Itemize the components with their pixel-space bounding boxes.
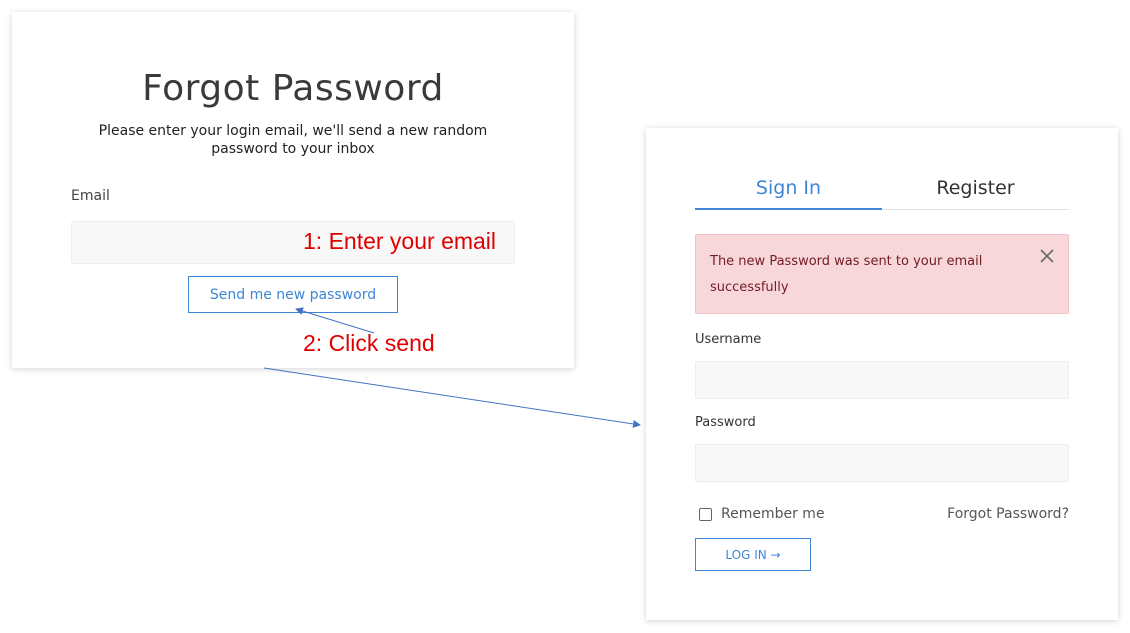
email-label: Email <box>71 188 110 204</box>
auth-tabs: Sign In Register <box>695 170 1069 210</box>
login-button[interactable]: LOG IN → <box>695 538 811 571</box>
remember-me-checkbox[interactable] <box>699 507 712 521</box>
page-title: Forgot Password <box>142 68 444 109</box>
tab-sign-in[interactable]: Sign In <box>695 170 882 210</box>
forgot-password-link[interactable]: Forgot Password? <box>947 506 1069 522</box>
sign-in-card: Sign In Register The new Password was se… <box>646 128 1118 620</box>
alert-message: The new Password was sent to your email … <box>710 254 983 295</box>
success-alert: The new Password was sent to your email … <box>695 234 1069 314</box>
annotation-step-1: 1: Enter your email <box>303 228 497 254</box>
arrow-to-sign-in-card <box>263 367 641 428</box>
screenshot-stage: Forgot Password Please enter your login … <box>0 0 1130 633</box>
close-icon[interactable] <box>1038 247 1056 265</box>
remember-me-option[interactable]: Remember me <box>699 506 825 522</box>
forgot-password-card: Forgot Password Please enter your login … <box>12 12 574 368</box>
annotation-step-2: 2: Click send <box>303 330 435 356</box>
remember-me-label: Remember me <box>721 506 825 522</box>
tab-register[interactable]: Register <box>882 170 1069 209</box>
username-field[interactable] <box>695 361 1069 399</box>
forgot-password-instructions: Please enter your login email, we'll sen… <box>98 123 488 157</box>
username-label: Username <box>695 332 762 347</box>
send-new-password-button[interactable]: Send me new password <box>188 276 398 313</box>
password-field[interactable] <box>695 444 1069 482</box>
password-label: Password <box>695 415 756 430</box>
